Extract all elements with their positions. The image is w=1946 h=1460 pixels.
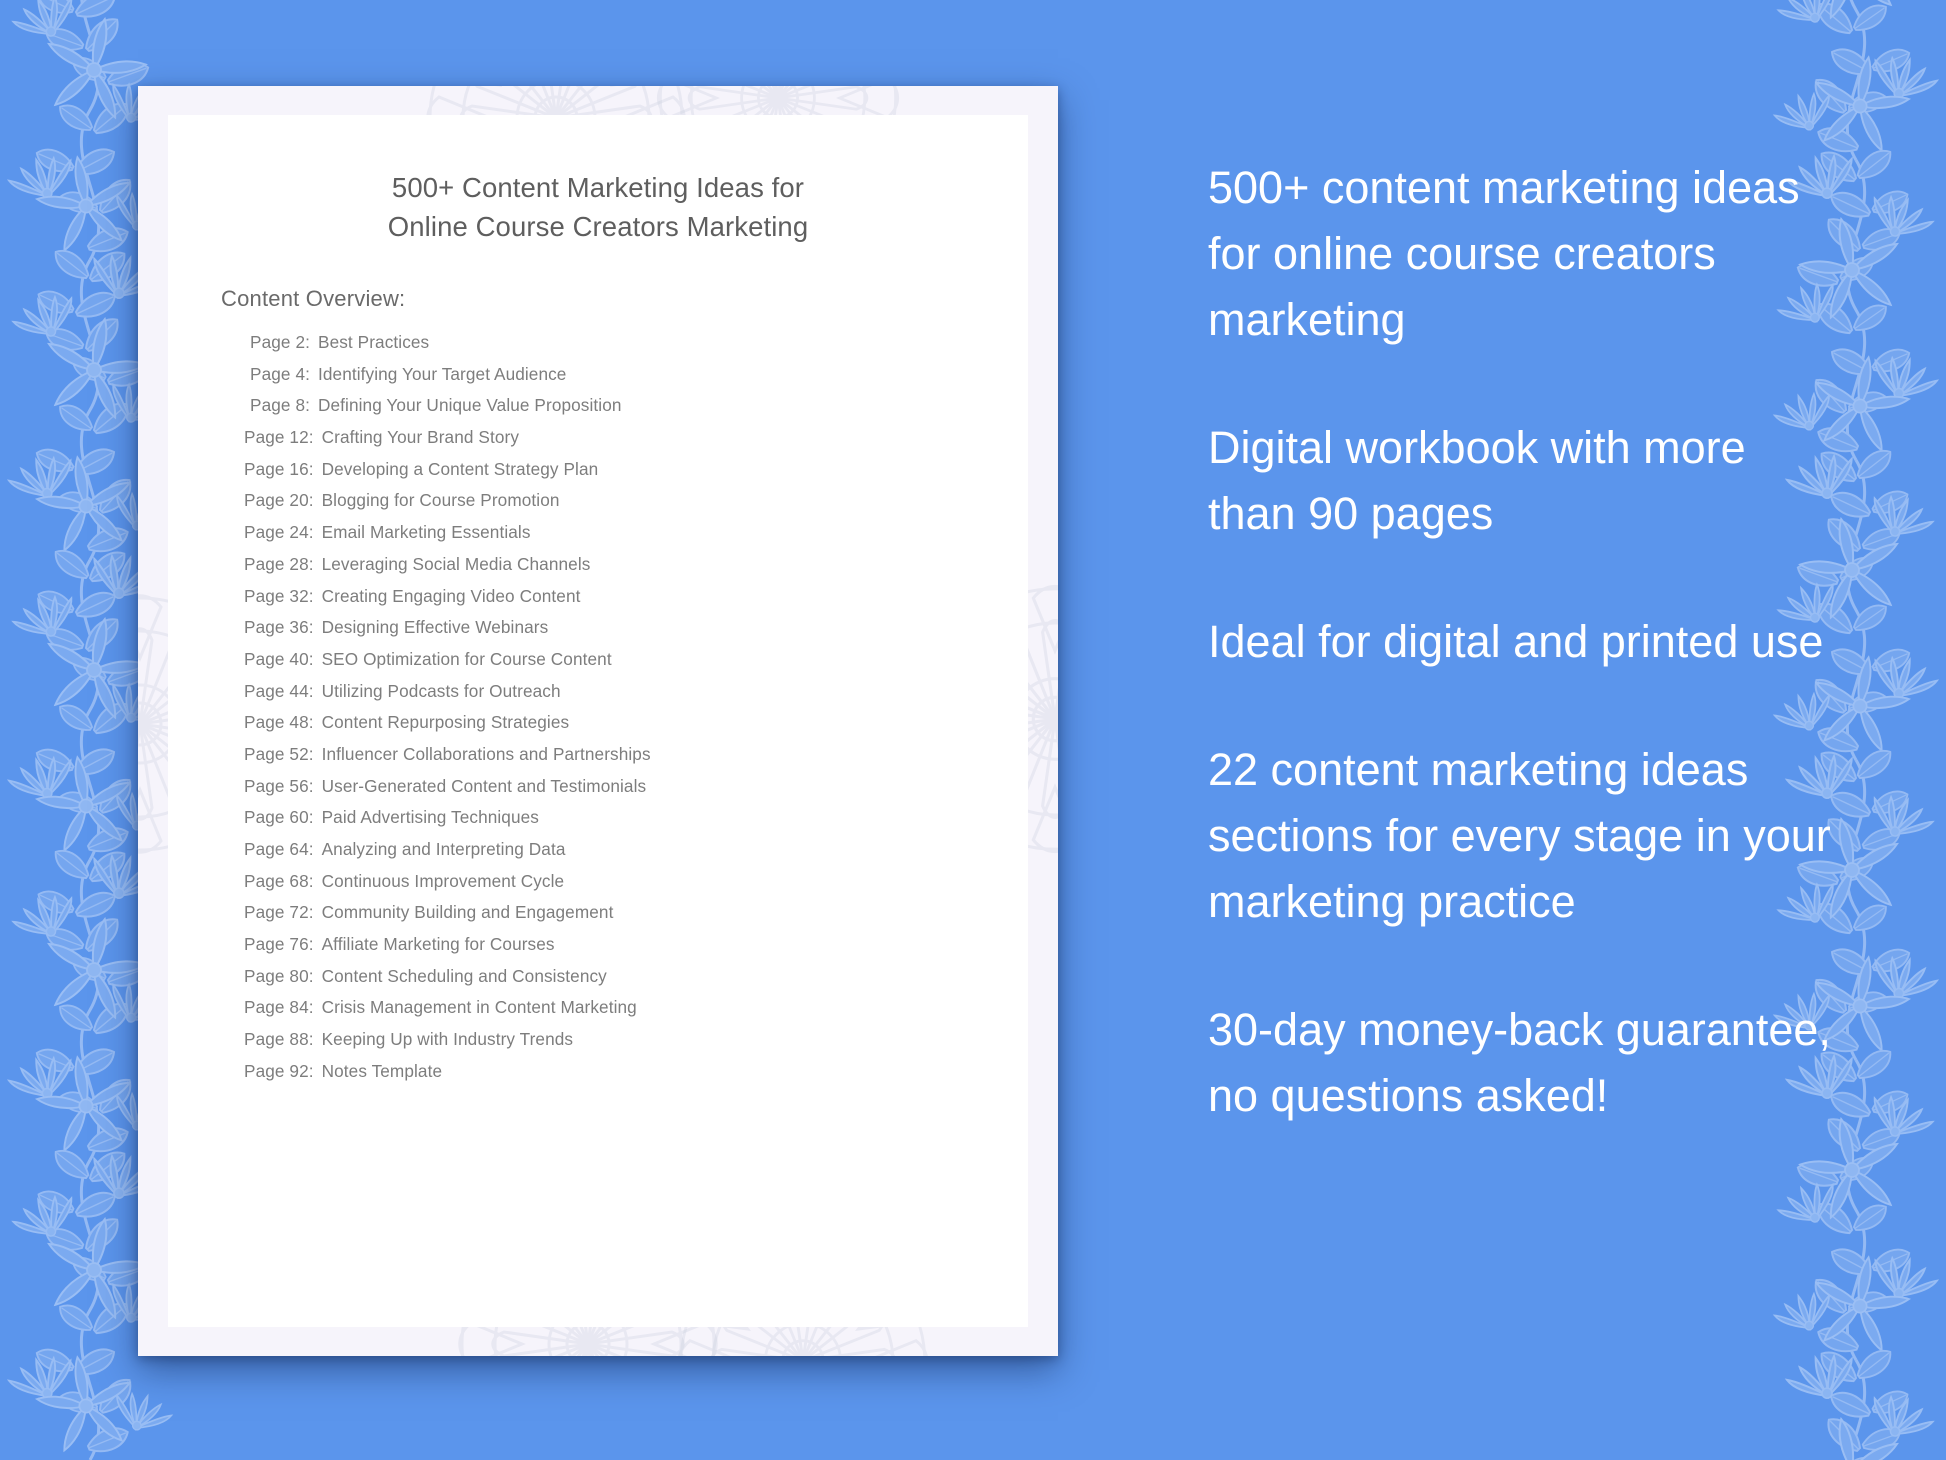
marketing-copy-panel: 500+ content marketing ideas for online … (1208, 155, 1838, 1129)
toc-page-number: Page 68: (244, 870, 314, 891)
toc-page-number: Page 76: (244, 934, 314, 955)
toc-entry-title: Blogging for Course Promotion (321, 490, 560, 511)
marketing-copy-block: Digital workbook with more than 90 pages (1208, 422, 1746, 539)
toc-row: Page 72: Community Building and Engagemen… (244, 902, 1028, 934)
toc-row: Page 56: User-Generated Content and Testi… (244, 776, 1028, 808)
toc-page-number: Page 28: (244, 553, 314, 574)
toc-row: Page 76: Affiliate Marketing for Courses (244, 934, 1028, 966)
toc-row: Page 84: Crisis Management in Content Mar… (244, 997, 1028, 1029)
toc-page-number: Page 84: (244, 997, 314, 1018)
toc-entry-title: Email Marketing Essentials (321, 522, 531, 543)
toc-entry-title: Utilizing Podcasts for Outreach (321, 680, 561, 701)
toc-row: Page 92: Notes Template (244, 1061, 1028, 1093)
marketing-copy-block: 500+ content marketing ideas for online … (1208, 162, 1800, 345)
toc-page-number: Page 36: (244, 617, 314, 638)
toc-entry-title: Notes Template (321, 1060, 443, 1081)
toc-page-number: Page 40: (244, 648, 314, 669)
page-title-line-2: Online Course Creators Marketing (387, 211, 809, 242)
toc-row: Page 36: Designing Effective Webinars (244, 617, 1028, 649)
toc-entry-title: Defining Your Unique Value Proposition (318, 395, 622, 416)
toc-entry-title: Analyzing and Interpreting Data (321, 839, 566, 859)
page-title: 500+ Content Marketing Ideas for Online … (168, 168, 1028, 246)
toc-page-number: Page 88: (244, 1029, 314, 1050)
toc-row: Page 48: Content Repurposing Strategies (244, 712, 1028, 744)
toc-entry-title: Leveraging Social Media Channels (321, 553, 591, 574)
toc-page-number: Page 12: (244, 427, 314, 448)
toc-row: Page 44: Utilizing Podcasts for Outreach (244, 681, 1028, 713)
toc-page-number: Page 4: (250, 363, 310, 384)
toc-page-number: Page 16: (244, 458, 314, 479)
toc-page-number: Page 8: (250, 395, 310, 416)
toc-page-number: Page 56: (244, 775, 314, 796)
toc-row: Page 4: Identifying Your Target Audience (244, 364, 1028, 396)
toc-row: Page 68: Continuous Improvement Cycle (244, 871, 1028, 903)
marketing-copy-block: 22 content marketing ideas sections for … (1208, 744, 1831, 927)
toc-entry-title: Continuous Improvement Cycle (321, 870, 565, 891)
toc-page-number: Page 92: (244, 1060, 314, 1081)
toc-row: Page 20: Blogging for Course Promotion (244, 490, 1028, 522)
toc-page-number: Page 44: (244, 680, 314, 701)
toc-row: Page 52: Influencer Collaborations and Pa… (244, 744, 1028, 776)
toc-page-number: Page 64: (244, 839, 314, 859)
toc-row: Page 24: Email Marketing Essentials (244, 522, 1028, 554)
toc-entry-title: Crafting Your Brand Story (321, 427, 520, 448)
toc-row: Page 64: Analyzing and Interpreting Data (244, 839, 1028, 871)
toc-page-number: Page 24: (244, 522, 314, 543)
toc-entry-title: SEO Optimization for Course Content (321, 648, 612, 669)
toc-entry-title: Content Repurposing Strategies (321, 712, 570, 733)
toc-row: Page 8: Defining Your Unique Value Propos… (244, 395, 1028, 427)
toc-entry-title: Affiliate Marketing for Courses (321, 934, 555, 955)
marketing-copy-block: Ideal for digital and printed use (1208, 616, 1824, 667)
toc-entry-title: Creating Engaging Video Content (321, 585, 581, 606)
toc-row: Page 80: Content Scheduling and Consisten… (244, 966, 1028, 998)
toc-page-number: Page 72: (244, 902, 314, 923)
document-page: 500+ Content Marketing Ideas for Online … (168, 115, 1028, 1327)
toc-page-number: Page 2: (250, 332, 310, 352)
toc-row: Page 88: Keeping Up with Industry Trends (244, 1029, 1028, 1061)
toc-page-number: Page 80: (244, 965, 314, 986)
marketing-copy-block: 30-day money-back guarantee, no question… (1208, 1004, 1831, 1121)
toc-entry-title: Keeping Up with Industry Trends (321, 1029, 574, 1050)
toc-entry-title: Paid Advertising Techniques (321, 807, 539, 828)
toc-entry-title: Best Practices (318, 332, 430, 352)
toc-entry-title: Community Building and Engagement (321, 902, 614, 923)
toc-page-number: Page 60: (244, 807, 314, 828)
toc-page-number: Page 20: (244, 490, 314, 511)
document-preview-card[interactable]: 500+ Content Marketing Ideas for Online … (138, 86, 1058, 1356)
content-overview-label: Content Overview: (221, 286, 406, 311)
toc-entry-title: Influencer Collaborations and Partnershi… (321, 743, 651, 764)
toc-row: Page 32: Creating Engaging Video Content (244, 586, 1028, 618)
toc-row: Page 16: Developing a Content Strategy Pl… (244, 459, 1028, 491)
toc-row: Page 2: Best Practices (244, 332, 1028, 364)
toc-entry-title: User-Generated Content and Testimonials (321, 775, 647, 796)
toc-row: Page 60: Paid Advertising Techniques (244, 807, 1028, 839)
toc-page-number: Page 48: (244, 712, 314, 733)
toc-page-number: Page 52: (244, 743, 314, 764)
toc-row: Page 40: SEO Optimization for Course Cont… (244, 649, 1028, 681)
table-of-contents: Page 2: Best Practices Page 4: Identifying … (244, 332, 1028, 1093)
page-title-line-1: 500+ Content Marketing Ideas for (391, 172, 805, 203)
toc-entry-title: Developing a Content Strategy Plan (321, 458, 599, 479)
toc-row: Page 12: Crafting Your Brand Story (244, 427, 1028, 459)
toc-row: Page 28: Leveraging Social Media Channels (244, 554, 1028, 586)
toc-entry-title: Content Scheduling and Consistency (321, 965, 607, 986)
toc-page-number: Page 32: (244, 585, 314, 606)
toc-entry-title: Identifying Your Target Audience (318, 363, 567, 384)
toc-entry-title: Designing Effective Webinars (321, 617, 549, 638)
toc-entry-title: Crisis Management in Content Marketing (321, 997, 637, 1018)
